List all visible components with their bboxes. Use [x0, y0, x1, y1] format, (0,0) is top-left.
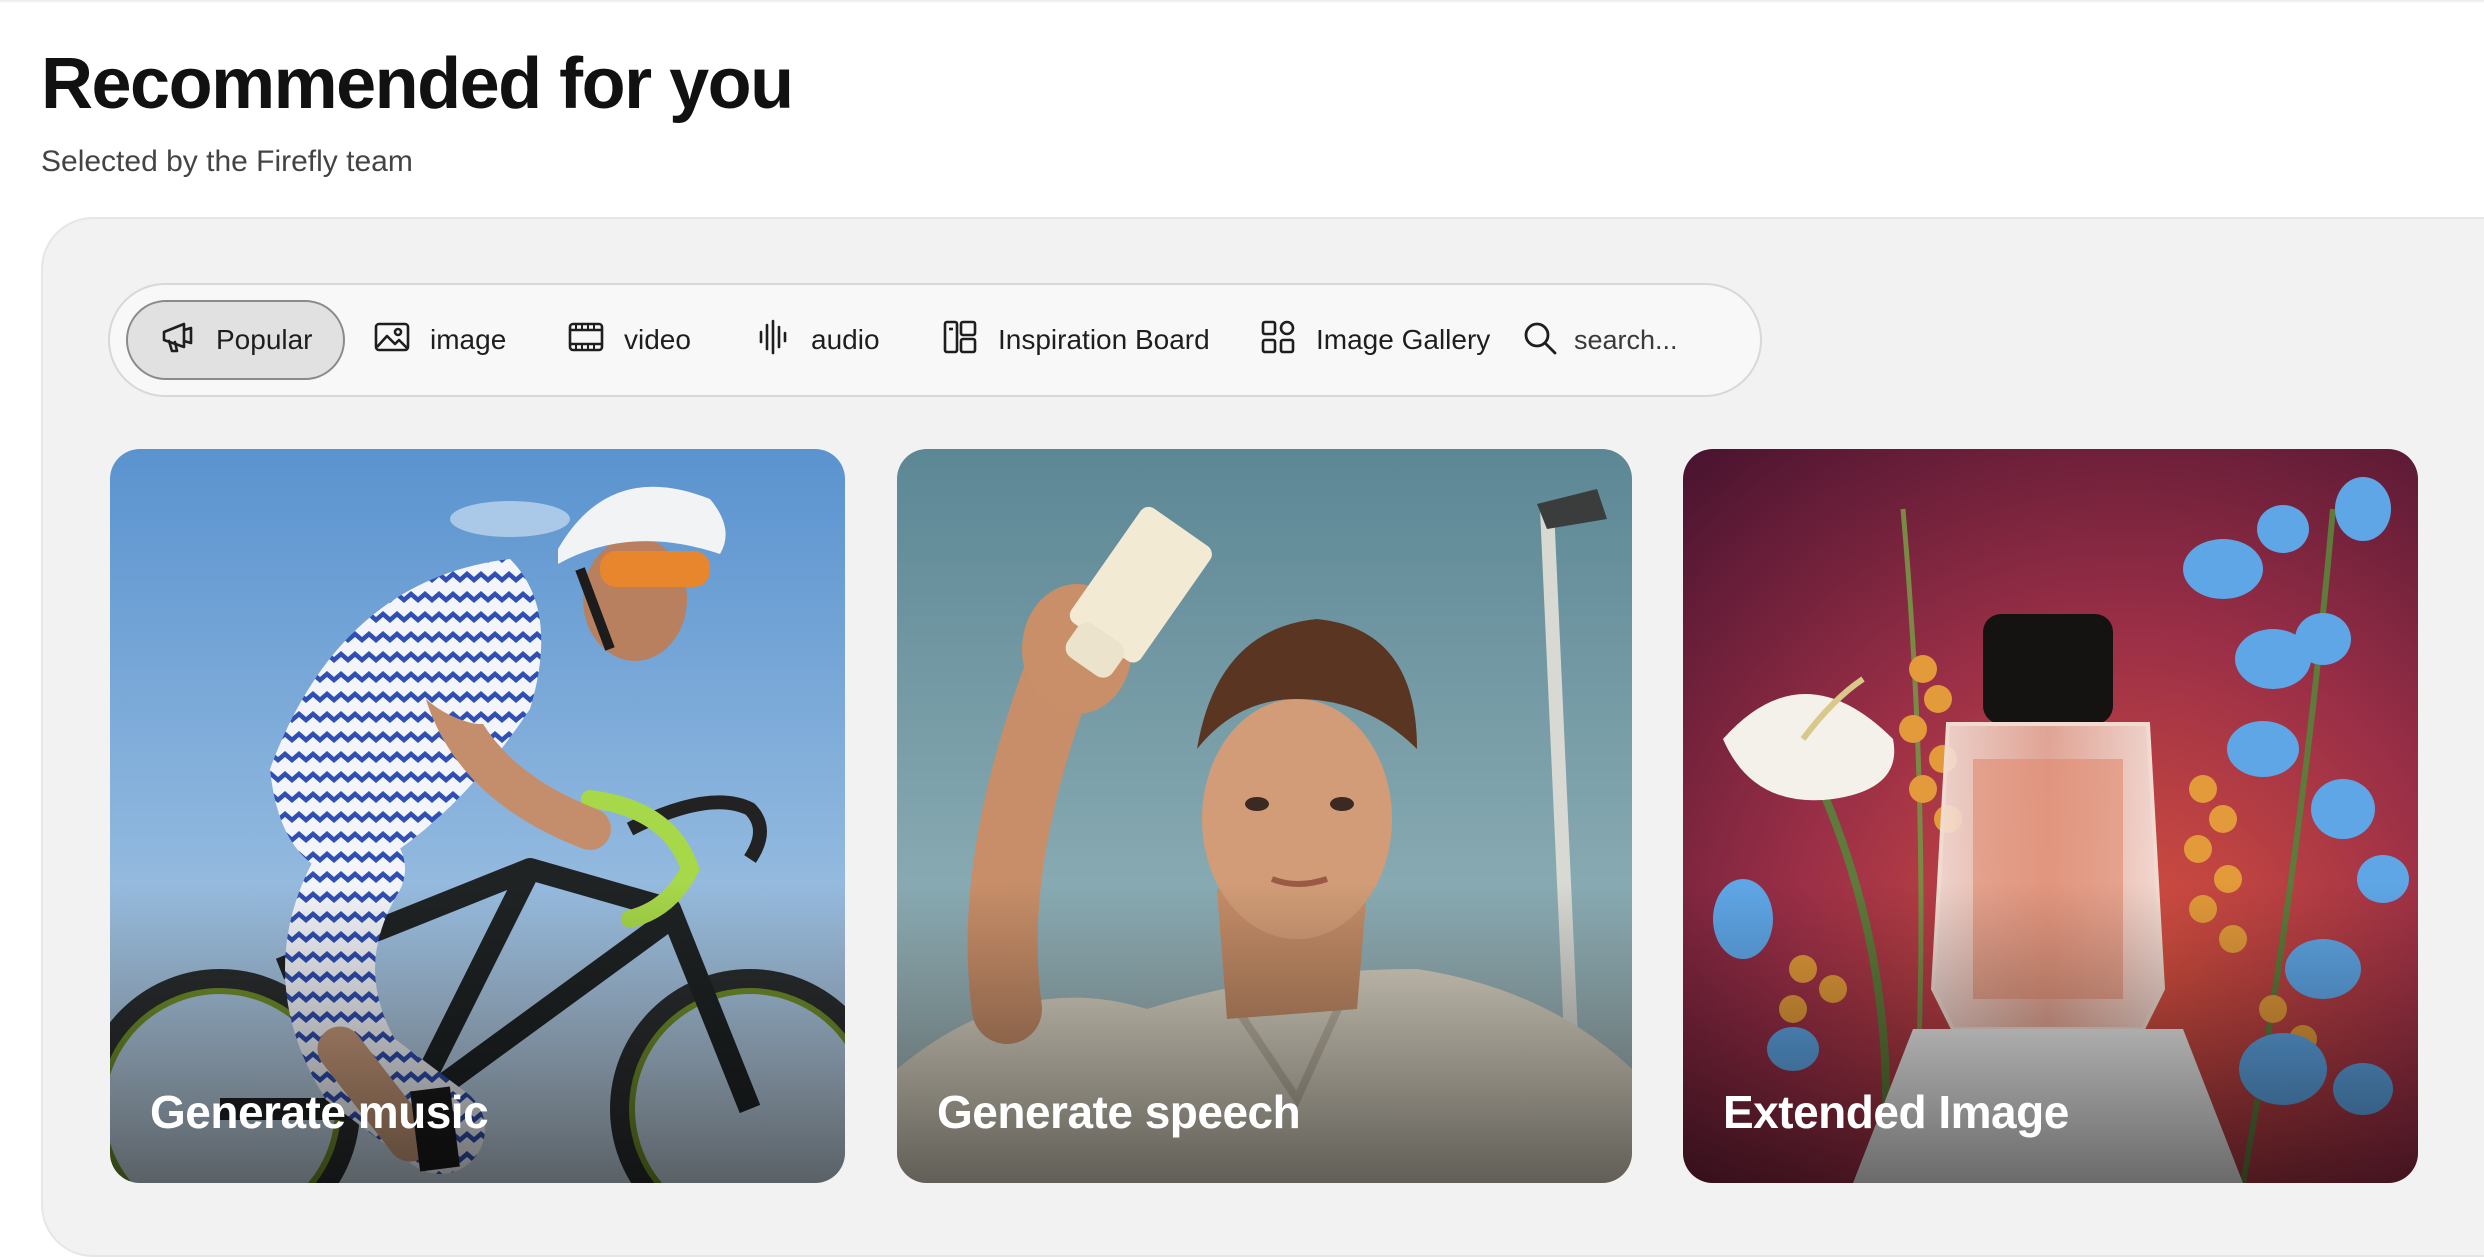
filter-chip-popular[interactable]: Popular [126, 300, 345, 380]
filter-chip-audio[interactable]: audio [733, 300, 900, 380]
image-icon [372, 317, 412, 364]
search-box[interactable] [1520, 300, 1748, 380]
filter-chip-label: audio [811, 324, 880, 355]
card-generate-music[interactable]: Generate music [110, 449, 845, 1183]
filter-chip-label: Image Gallery [1316, 324, 1491, 355]
megaphone-icon [158, 317, 198, 364]
page-title: Recommended for you [41, 44, 794, 124]
board-icon [940, 317, 980, 364]
filter-chip-label: video [624, 324, 691, 355]
filter-chip-label: Popular [216, 324, 313, 355]
gallery-grid-icon [1258, 317, 1298, 364]
card-extended-image[interactable]: Extended Image [1683, 449, 2418, 1183]
page-subtitle: Selected by the Firefly team [41, 145, 413, 178]
filter-chip-image-gallery[interactable]: Image Gallery [1238, 300, 1510, 380]
filter-chip-label: image [430, 324, 507, 355]
card-label: Generate speech [937, 1086, 1301, 1138]
video-film-icon [566, 317, 606, 364]
card-generate-speech[interactable]: Generate speech [897, 449, 1632, 1183]
top-edge [0, 0, 2484, 3]
search-icon [1520, 318, 1560, 363]
search-input[interactable] [1574, 324, 1744, 356]
filter-chip-image[interactable]: image [352, 300, 526, 380]
filter-chip-label: Inspiration Board [998, 324, 1210, 355]
card-label: Generate music [150, 1086, 489, 1138]
audio-waveform-icon [753, 317, 793, 364]
card-label: Extended Image [1723, 1086, 2069, 1138]
filter-chip-video[interactable]: video [546, 300, 711, 380]
filter-chip-inspiration-board[interactable]: Inspiration Board [920, 300, 1230, 380]
